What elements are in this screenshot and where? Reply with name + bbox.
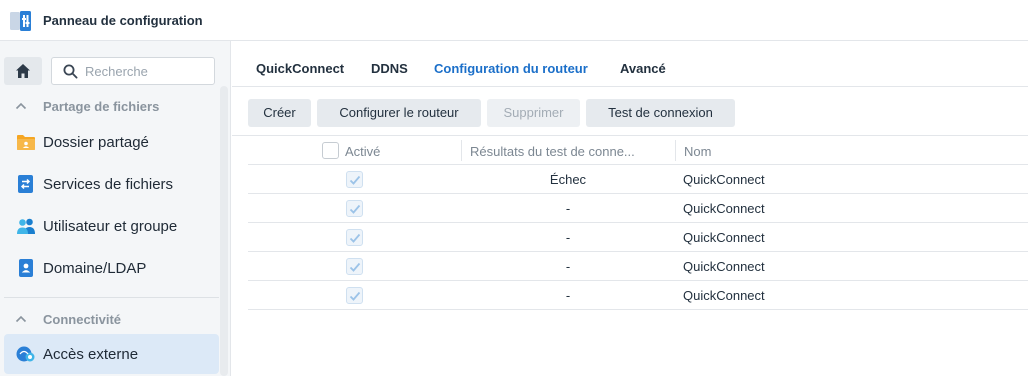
rule-name: QuickConnect — [683, 201, 765, 216]
column-separator[interactable] — [461, 140, 462, 161]
column-header-test-results[interactable]: Résultats du test de conne... — [470, 144, 666, 159]
test-result: - — [565, 230, 571, 245]
check-icon — [349, 175, 361, 185]
sidebar-item-external-access[interactable]: Accès externe — [4, 334, 219, 374]
sidebar-item-label: Accès externe — [43, 346, 139, 363]
check-icon — [349, 291, 361, 301]
table-header: Activé Résultats du test de conne... Nom — [248, 136, 1028, 165]
sidebar-item-users-groups[interactable]: Utilisateur et groupe — [4, 206, 219, 246]
main-panel: QuickConnect DDNS Configuration du route… — [232, 41, 1028, 376]
check-icon — [349, 262, 361, 272]
section-label: Partage de fichiers — [43, 99, 160, 114]
sidebar-item-shared-folder[interactable]: Dossier partagé — [4, 122, 219, 162]
control-panel-icon — [10, 11, 31, 31]
file-services-icon — [18, 175, 33, 193]
check-icon — [349, 204, 361, 214]
enabled-checkbox[interactable] — [346, 287, 363, 304]
home-button[interactable] — [4, 57, 42, 85]
sidebar-item-label: Services de fichiers — [43, 176, 174, 193]
sidebar: Partage de fichiers Dossier partagé Serv… — [0, 41, 231, 376]
search-icon — [63, 64, 78, 79]
test-result: - — [565, 201, 571, 216]
enabled-checkbox[interactable] — [346, 200, 363, 217]
chevron-up-icon — [15, 102, 27, 110]
delete-button[interactable]: Supprimer — [487, 99, 580, 127]
domain-icon — [19, 259, 33, 277]
test-connection-button[interactable]: Test de connexion — [586, 99, 735, 127]
folder-icon — [17, 135, 35, 150]
home-icon — [16, 64, 30, 78]
sidebar-item-domain-ldap[interactable]: Domaine/LDAP — [4, 248, 219, 288]
column-header-name[interactable]: Nom — [684, 144, 711, 159]
rule-name: QuickConnect — [683, 230, 765, 245]
configure-router-button[interactable]: Configurer le routeur — [317, 99, 481, 127]
rule-name: QuickConnect — [683, 172, 765, 187]
tab-advanced[interactable]: Avancé — [620, 61, 666, 76]
external-access-icon — [16, 346, 35, 362]
test-result: - — [565, 259, 571, 274]
sidebar-item-label: Dossier partagé — [43, 134, 149, 151]
check-icon — [349, 233, 361, 243]
tab-ddns[interactable]: DDNS — [371, 61, 408, 76]
enabled-checkbox[interactable] — [346, 171, 363, 188]
window-title: Panneau de configuration — [43, 13, 203, 28]
enabled-checkbox[interactable] — [346, 229, 363, 246]
enabled-checkbox[interactable] — [346, 258, 363, 275]
sidebar-divider — [4, 297, 219, 298]
create-button[interactable]: Créer — [248, 99, 311, 127]
test-result: Échec — [549, 172, 587, 187]
sidebar-item-label: Domaine/LDAP — [43, 260, 147, 277]
section-header-connectivity[interactable]: Connectivité — [0, 306, 218, 332]
section-label: Connectivité — [43, 312, 122, 327]
title-bar: Panneau de configuration — [0, 0, 1028, 41]
table-row[interactable]: - QuickConnect — [248, 281, 1028, 310]
tab-router-configuration[interactable]: Configuration du routeur — [434, 61, 588, 76]
search-field[interactable] — [51, 57, 215, 85]
section-header-file-sharing[interactable]: Partage de fichiers — [0, 93, 218, 119]
sidebar-item-file-services[interactable]: Services de fichiers — [4, 164, 219, 204]
select-all-checkbox[interactable] — [322, 142, 339, 159]
table-row[interactable]: - QuickConnect — [248, 223, 1028, 252]
column-header-enabled[interactable]: Activé — [345, 144, 380, 159]
column-separator[interactable] — [675, 140, 676, 161]
table-row[interactable]: - QuickConnect — [248, 252, 1028, 281]
search-input[interactable] — [85, 62, 209, 80]
chevron-up-icon — [15, 315, 27, 323]
rule-name: QuickConnect — [683, 288, 765, 303]
test-result: - — [565, 288, 571, 303]
users-icon — [17, 218, 35, 234]
table-row[interactable]: - QuickConnect — [248, 194, 1028, 223]
sidebar-scrollbar[interactable] — [220, 86, 228, 376]
table-row[interactable]: Échec QuickConnect — [248, 165, 1028, 194]
tab-bar: QuickConnect DDNS Configuration du route… — [232, 41, 1028, 87]
rule-name: QuickConnect — [683, 259, 765, 274]
tab-quickconnect[interactable]: QuickConnect — [256, 61, 344, 76]
sidebar-item-label: Utilisateur et groupe — [43, 218, 178, 235]
